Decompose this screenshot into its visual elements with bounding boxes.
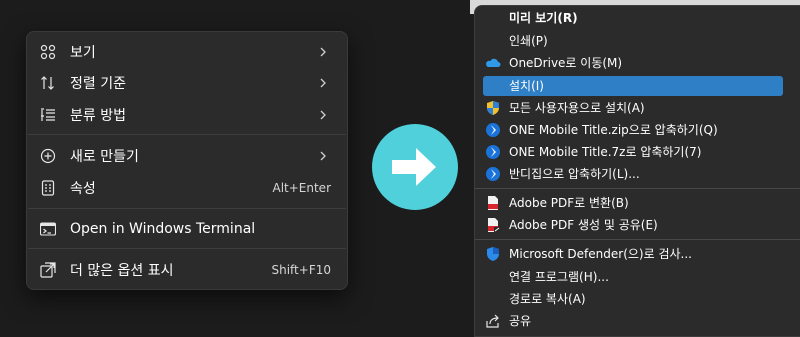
menu-item-group-by[interactable]: 분류 방법 bbox=[31, 101, 343, 129]
bandizip-icon bbox=[486, 167, 500, 181]
menu-item-view[interactable]: 보기 bbox=[31, 38, 343, 66]
menu-separator bbox=[28, 248, 346, 249]
group-by-icon bbox=[41, 108, 55, 121]
menu-item-label: 분류 방법 bbox=[70, 108, 126, 124]
bandizip-icon bbox=[486, 145, 500, 159]
menu-item-label: Open in Windows Terminal bbox=[70, 221, 256, 237]
menu-item-label: Adobe PDF로 변환(B) bbox=[509, 196, 629, 210]
menu-item-label: 공유 bbox=[509, 314, 532, 328]
menu-separator bbox=[28, 208, 346, 209]
new-plus-icon bbox=[40, 148, 56, 164]
shortcut-text: Alt+Enter bbox=[272, 181, 331, 195]
chevron-right-icon bbox=[320, 151, 326, 161]
menu-item-compress-7z[interactable]: ONE Mobile Title.7z로 압축하기(7) bbox=[483, 142, 783, 162]
menu-item-label: 미리 보기(R) bbox=[509, 11, 578, 25]
chevron-right-icon bbox=[320, 110, 326, 120]
menu-item-label: 모든 사용자용으로 설치(A) bbox=[509, 101, 645, 115]
menu-item-label: 보기 bbox=[70, 45, 96, 61]
defender-shield-icon bbox=[487, 247, 499, 261]
menu-item-open-terminal[interactable]: Open in Windows Terminal bbox=[31, 215, 343, 243]
menu-item-label: 더 많은 옵션 표시 bbox=[70, 263, 174, 279]
menu-item-sort-by[interactable]: 정렬 기준 bbox=[31, 69, 343, 97]
menu-item-label: OneDrive로 이동(M) bbox=[509, 56, 623, 70]
menu-item-print[interactable]: 인쇄(P) bbox=[483, 31, 783, 51]
menu-item-label: ONE Mobile Title.zip으로 압축하기(Q) bbox=[509, 123, 718, 137]
menu-item-preview[interactable]: 미리 보기(R) bbox=[483, 8, 783, 28]
win11-context-menu: 보기 정렬 기준 분류 방법 새로 만들기 속성 Alt+Enter Open … bbox=[26, 31, 348, 290]
menu-item-label: 속성 bbox=[70, 181, 96, 197]
share-icon bbox=[486, 314, 499, 328]
chevron-right-icon bbox=[320, 47, 326, 57]
onedrive-cloud-icon bbox=[486, 58, 501, 67]
arrow-circle bbox=[372, 124, 458, 210]
menu-item-copy-as-path[interactable]: 경로로 복사(A) bbox=[483, 289, 783, 309]
menu-item-create-share-pdf[interactable]: Adobe PDF 생성 및 공유(E) bbox=[483, 215, 783, 235]
menu-item-install-all-users[interactable]: 모든 사용자용으로 설치(A) bbox=[483, 98, 783, 118]
menu-item-label: ONE Mobile Title.7z로 압축하기(7) bbox=[509, 145, 702, 159]
properties-icon bbox=[41, 180, 55, 196]
menu-item-label: 정렬 기준 bbox=[70, 76, 126, 92]
menu-item-properties[interactable]: 속성 Alt+Enter bbox=[31, 174, 343, 202]
menu-separator bbox=[475, 239, 800, 240]
menu-item-label: 연결 프로그램(H)... bbox=[509, 270, 609, 284]
grid-icon bbox=[40, 44, 56, 60]
menu-item-install[interactable]: 설치(I) bbox=[483, 76, 783, 96]
menu-item-share[interactable]: 공유 bbox=[483, 311, 783, 331]
arrow-right-icon bbox=[392, 148, 436, 186]
menu-item-move-to-onedrive[interactable]: OneDrive로 이동(M) bbox=[483, 53, 783, 73]
adobe-pdf-share-icon bbox=[488, 218, 500, 232]
menu-separator bbox=[28, 134, 346, 135]
menu-item-show-more-options[interactable]: 더 많은 옵션 표시 Shift+F10 bbox=[31, 256, 343, 284]
menu-item-compress-bandizip[interactable]: 반디집으로 압축하기(L)... bbox=[483, 164, 783, 184]
menu-item-label: 경로로 복사(A) bbox=[509, 292, 586, 306]
menu-item-defender-scan[interactable]: Microsoft Defender(으)로 검사... bbox=[483, 244, 783, 264]
shortcut-text: Shift+F10 bbox=[271, 263, 331, 277]
menu-item-label: 반디집으로 압축하기(L)... bbox=[509, 167, 640, 181]
terminal-icon bbox=[40, 222, 56, 236]
menu-item-open-with[interactable]: 연결 프로그램(H)... bbox=[483, 267, 783, 287]
menu-item-label: 새로 만들기 bbox=[70, 149, 139, 165]
menu-item-convert-adobe-pdf[interactable]: Adobe PDF로 변환(B) bbox=[483, 193, 783, 213]
show-more-icon bbox=[40, 262, 56, 278]
bandizip-icon bbox=[486, 123, 500, 137]
classic-context-menu: 미리 보기(R) 인쇄(P) OneDrive로 이동(M) 설치(I) 모든 … bbox=[474, 5, 800, 337]
menu-item-label: 인쇄(P) bbox=[509, 34, 548, 48]
menu-item-compress-zip[interactable]: ONE Mobile Title.zip으로 압축하기(Q) bbox=[483, 120, 783, 140]
menu-item-label: Adobe PDF 생성 및 공유(E) bbox=[509, 218, 658, 232]
chevron-right-icon bbox=[320, 78, 326, 88]
sort-icon bbox=[41, 76, 54, 90]
uac-shield-icon bbox=[487, 101, 499, 115]
menu-item-label: Microsoft Defender(으)로 검사... bbox=[509, 247, 692, 261]
menu-item-new[interactable]: 새로 만들기 bbox=[31, 142, 343, 170]
menu-item-label: 설치(I) bbox=[509, 79, 544, 93]
adobe-pdf-icon bbox=[488, 196, 498, 210]
menu-separator bbox=[475, 188, 800, 189]
